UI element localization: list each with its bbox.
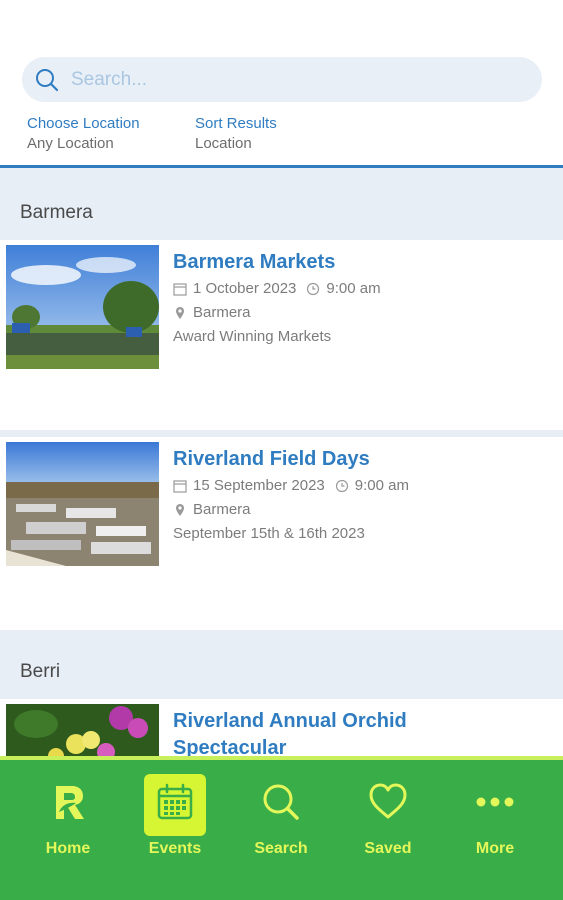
event-date: 1 October 2023 <box>193 280 297 297</box>
search-icon <box>263 784 299 820</box>
clock-icon <box>335 479 348 492</box>
event-time: 9:00 am <box>354 477 409 494</box>
card-separator <box>0 430 563 437</box>
section-header-barmera: Barmera <box>0 168 563 240</box>
nav-label: Saved <box>364 840 412 857</box>
sort-results-filter[interactable]: Sort Results Location <box>195 115 277 153</box>
event-location: Barmera <box>173 304 251 321</box>
event-title[interactable]: Riverland Annual Orchid Spectacular <box>173 708 433 756</box>
event-card[interactable]: Riverland Annual Orchid Spectacular <box>0 699 563 756</box>
nav-label: Search <box>254 840 308 857</box>
sort-results-label: Sort Results <box>195 115 277 132</box>
calendar-icon <box>157 783 193 820</box>
nav-more[interactable]: More <box>445 760 545 870</box>
event-card[interactable]: Riverland Field Days 15 September 2023 9… <box>0 437 563 630</box>
nav-home[interactable]: Home <box>18 760 118 870</box>
choose-location-value: Any Location <box>27 135 114 152</box>
event-date-time: 15 September 2023 9:00 am <box>173 477 409 494</box>
search-bar[interactable] <box>22 57 542 102</box>
section-title: Berri <box>20 661 61 682</box>
calendar-icon <box>173 282 187 296</box>
location-pin-icon <box>176 503 184 516</box>
event-image <box>6 704 159 756</box>
event-title[interactable]: Riverland Field Days <box>173 446 370 473</box>
section-title: Barmera <box>20 202 93 223</box>
nav-search[interactable]: Search <box>231 760 331 870</box>
search-icon <box>36 69 59 92</box>
event-card[interactable]: Barmera Markets 1 October 2023 9:00 am B… <box>0 240 563 430</box>
choose-location-label: Choose Location <box>27 115 140 132</box>
heart-icon <box>369 783 407 819</box>
event-description: Award Winning Markets <box>173 328 332 345</box>
bottom-navigation: Home Events Search Saved More <box>0 756 563 900</box>
event-location-text: Barmera <box>193 501 251 518</box>
home-logo-icon <box>56 786 84 819</box>
choose-location-filter[interactable]: Choose Location Any Location <box>27 115 140 153</box>
event-image <box>6 245 159 369</box>
nav-label: Events <box>148 840 202 857</box>
location-pin-icon <box>176 306 184 319</box>
event-date-time: 1 October 2023 9:00 am <box>173 280 381 297</box>
event-location-text: Barmera <box>193 304 251 321</box>
event-image <box>6 442 159 566</box>
event-date: 15 September 2023 <box>193 477 325 494</box>
event-location: Barmera <box>173 501 251 518</box>
event-title[interactable]: Barmera Markets <box>173 249 335 276</box>
nav-label: Home <box>45 840 91 857</box>
search-input[interactable] <box>71 57 511 102</box>
section-header-berri: Berri <box>0 630 563 699</box>
nav-label: More <box>475 840 515 857</box>
event-time: 9:00 am <box>326 280 381 297</box>
clock-icon <box>307 282 320 295</box>
calendar-icon <box>173 479 187 493</box>
nav-events[interactable]: Events <box>125 760 225 870</box>
nav-saved[interactable]: Saved <box>338 760 438 870</box>
event-description: September 15th & 16th 2023 <box>173 525 365 542</box>
more-dots-icon <box>476 797 514 807</box>
sort-results-value: Location <box>195 135 252 152</box>
